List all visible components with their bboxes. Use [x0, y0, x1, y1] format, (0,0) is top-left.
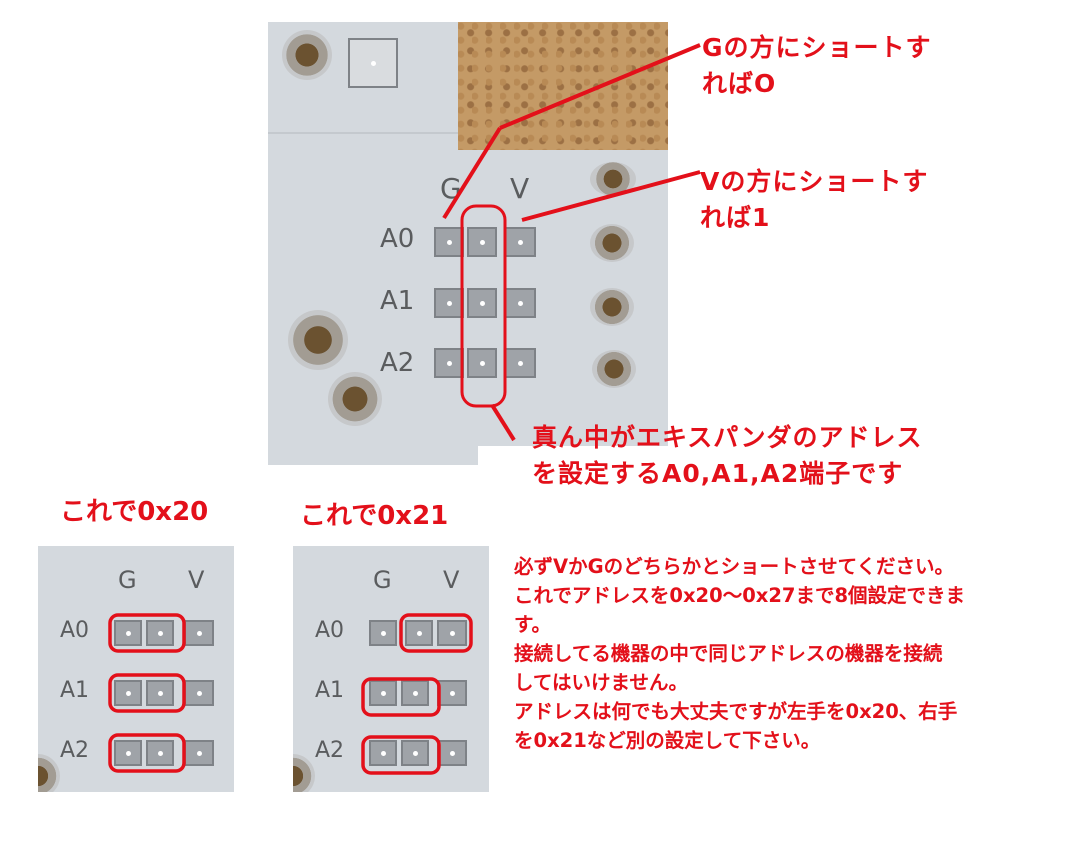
- jumper-highlight: [361, 677, 441, 717]
- jumper-highlight: [361, 735, 441, 775]
- v-pointer-line: [521, 170, 701, 222]
- instruction-line: してはいけません。: [514, 671, 688, 694]
- g-pointer-line: [499, 43, 701, 130]
- note-line: Gの方にショートす: [702, 33, 932, 62]
- note-line: Vの方にショートす: [700, 167, 929, 196]
- instructions-text: 必ずVかGのどちらかとショートさせてください。 これでアドレスを0x20～0x2…: [514, 552, 965, 755]
- example-caption-0x20: これで0x20: [60, 497, 209, 527]
- pcb-example-0x21: G V A0 A1 A2: [293, 546, 489, 792]
- center-pointer-line: [490, 403, 516, 442]
- jumper-highlight: [108, 613, 186, 653]
- instruction-line: を0x21など別の設定して下さい。: [514, 729, 821, 752]
- g-pointer-line: [442, 126, 502, 220]
- instruction-line: 接続してる機器の中で同じアドレスの機器を接続: [514, 642, 943, 665]
- note-line: を設定するA0,A1,A2端子です: [532, 459, 904, 488]
- jumper-highlight: [108, 673, 186, 713]
- instruction-line: 必ずVかGのどちらかとショートさせてください。: [514, 555, 955, 578]
- center-pins-note: 真ん中がエキスパンダのアドレス を設定するA0,A1,A2端子です: [532, 420, 923, 492]
- jumper-highlight: [108, 733, 186, 773]
- example-caption-0x21: これで0x21: [300, 501, 449, 531]
- v-short-note: Vの方にショートす れば1: [700, 164, 928, 236]
- jumper-highlight-overlay: [108, 613, 186, 773]
- instruction-line: す。: [514, 613, 552, 636]
- center-pins-highlight: [460, 204, 507, 408]
- g-short-note: Gの方にショートす ればO: [702, 30, 932, 102]
- note-line: ればO: [702, 69, 777, 98]
- note-line: れば1: [700, 203, 771, 232]
- pcb-example-0x20: G V A0 A1 A2: [38, 546, 234, 792]
- jumper-highlight: [399, 613, 473, 653]
- note-line: 真ん中がエキスパンダのアドレス: [532, 423, 923, 452]
- instruction-line: これでアドレスを0x20～0x27まで8個設定できま: [514, 584, 966, 607]
- instruction-line: アドレスは何でも大丈夫ですが左手を0x20、右手: [514, 700, 958, 723]
- jumper-highlight-overlay: [361, 613, 473, 775]
